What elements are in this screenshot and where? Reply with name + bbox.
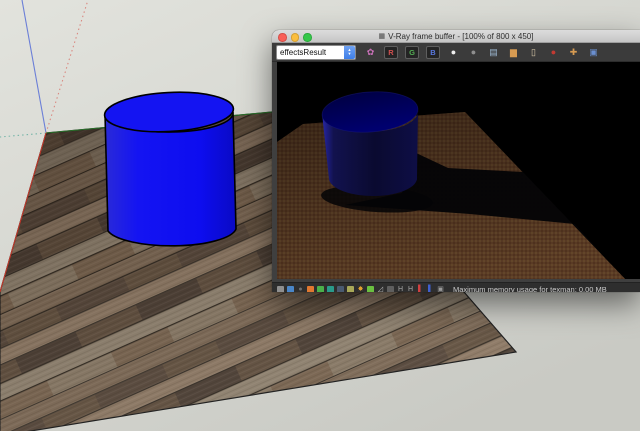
channel-select-dropdown[interactable]: effectsResult ▲▼: [276, 45, 356, 60]
status-icon-slate[interactable]: [337, 286, 344, 293]
window-title: ▦ V-Ray frame buffer - [100% of 800 x 45…: [379, 32, 534, 41]
zoom-button[interactable]: [303, 33, 312, 42]
status-icon-exposure[interactable]: ✸: [357, 286, 364, 293]
status-icon-green[interactable]: [317, 286, 324, 293]
status-icon-red-bar[interactable]: ▌: [417, 286, 424, 293]
blue-cylinder-model[interactable]: [104, 89, 236, 246]
render-area: [272, 62, 640, 282]
status-icon-histogram-1[interactable]: H: [397, 286, 404, 293]
status-icon-sphere[interactable]: ●: [297, 286, 304, 293]
status-icon-olive[interactable]: [347, 286, 354, 293]
status-icon-histogram-2[interactable]: H: [407, 286, 414, 293]
status-icon-teal[interactable]: [327, 286, 334, 293]
render-cylinder: [321, 89, 420, 196]
blue-channel-button[interactable]: B: [426, 46, 440, 59]
statusbar-message: Maximum memory usage for texman: 0.00 MB: [453, 285, 607, 293]
close-button[interactable]: [278, 33, 287, 42]
color-channels-icon[interactable]: ✿: [364, 46, 377, 59]
vfb-toolbar: effectsResult ▲▼ ✿ RGB ● ● ▤ ▆ ▯ ● ✚ ▣: [272, 43, 640, 62]
red-channel-button[interactable]: R: [384, 46, 398, 59]
white-view-icon[interactable]: ●: [447, 46, 460, 59]
vfb-statusbar: ●✸◿HH▌▌▣ Maximum memory usage for texman…: [272, 282, 640, 292]
render-last-icon[interactable]: ●: [547, 46, 560, 59]
green-channel-button[interactable]: G: [405, 46, 419, 59]
status-icon-gray[interactable]: [387, 286, 394, 293]
toolbar-icon-strip: ✿ RGB ● ● ▤ ▆ ▯ ● ✚ ▣: [364, 46, 600, 59]
camera-icon[interactable]: ▣: [587, 46, 600, 59]
screenshot-root: ▦ V-Ray frame buffer - [100% of 800 x 45…: [0, 0, 640, 431]
compare-images-icon[interactable]: ✚: [567, 46, 580, 59]
status-icon-monitor[interactable]: [277, 286, 284, 293]
rendered-image: [277, 62, 640, 279]
status-icon-curve[interactable]: ◿: [377, 286, 384, 293]
status-icon-frame[interactable]: ▣: [437, 286, 444, 293]
status-icon-lut[interactable]: [367, 286, 374, 293]
traffic-lights: [278, 33, 312, 42]
minimize-button[interactable]: [291, 33, 300, 42]
statusbar-icon-strip: ●✸◿HH▌▌▣: [277, 286, 444, 293]
dropdown-stepper-icon[interactable]: ▲▼: [344, 46, 355, 59]
channel-select-value: effectsResult: [277, 48, 326, 57]
open-folder-icon[interactable]: ▆: [507, 46, 520, 59]
clipboard-icon[interactable]: ▯: [527, 46, 540, 59]
save-image-icon[interactable]: ▤: [487, 46, 500, 59]
status-icon-correction[interactable]: [287, 286, 294, 293]
gray-view-icon[interactable]: ●: [467, 46, 480, 59]
window-title-text: V-Ray frame buffer - [100% of 800 x 450]: [388, 32, 533, 41]
status-icon-orange-bars[interactable]: [307, 286, 314, 293]
vray-window-icon: ▦: [379, 32, 386, 40]
titlebar[interactable]: ▦ V-Ray frame buffer - [100% of 800 x 45…: [272, 30, 640, 43]
status-icon-blue-bar[interactable]: ▌: [427, 286, 434, 293]
vray-frame-buffer-window[interactable]: ▦ V-Ray frame buffer - [100% of 800 x 45…: [272, 30, 640, 292]
